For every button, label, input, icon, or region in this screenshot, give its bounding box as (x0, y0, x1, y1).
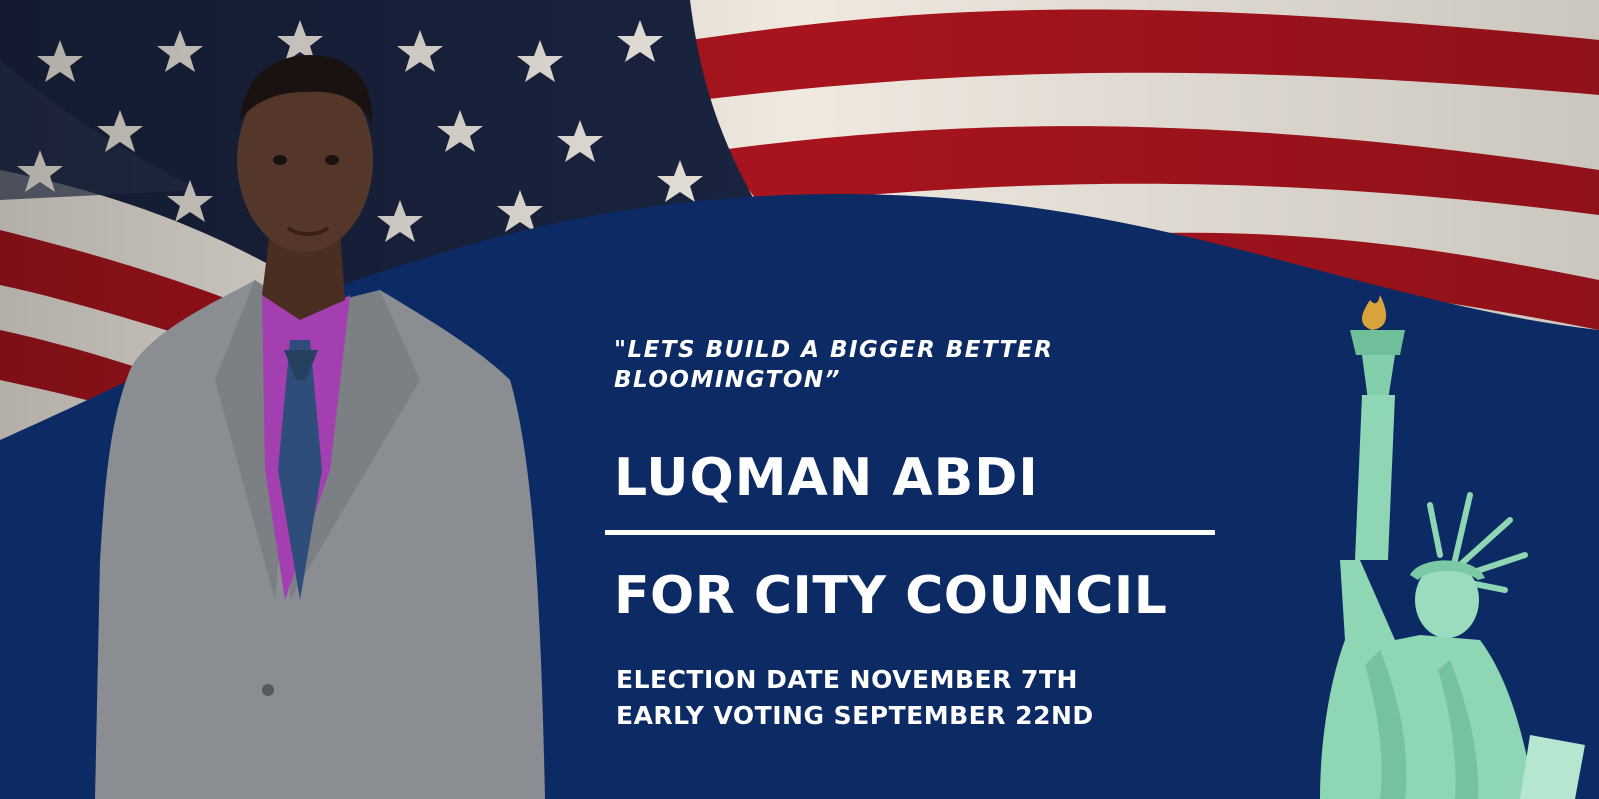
early-voting-date: EARLY VOTING SEPTEMBER 22ND (616, 701, 1094, 730)
campaign-banner: "LETS BUILD A BIGGER BETTER BLOOMINGTON”… (0, 0, 1599, 799)
election-dates: ELECTION DATE NOVEMBER 7TH EARLY VOTING … (616, 662, 1094, 734)
divider-line (605, 530, 1215, 535)
election-date: ELECTION DATE NOVEMBER 7TH (616, 665, 1078, 694)
campaign-slogan: "LETS BUILD A BIGGER BETTER BLOOMINGTON” (614, 337, 1054, 393)
candidate-name: LUQMAN ABDI (614, 448, 1039, 508)
office-title: FOR CITY COUNCIL (614, 566, 1168, 626)
